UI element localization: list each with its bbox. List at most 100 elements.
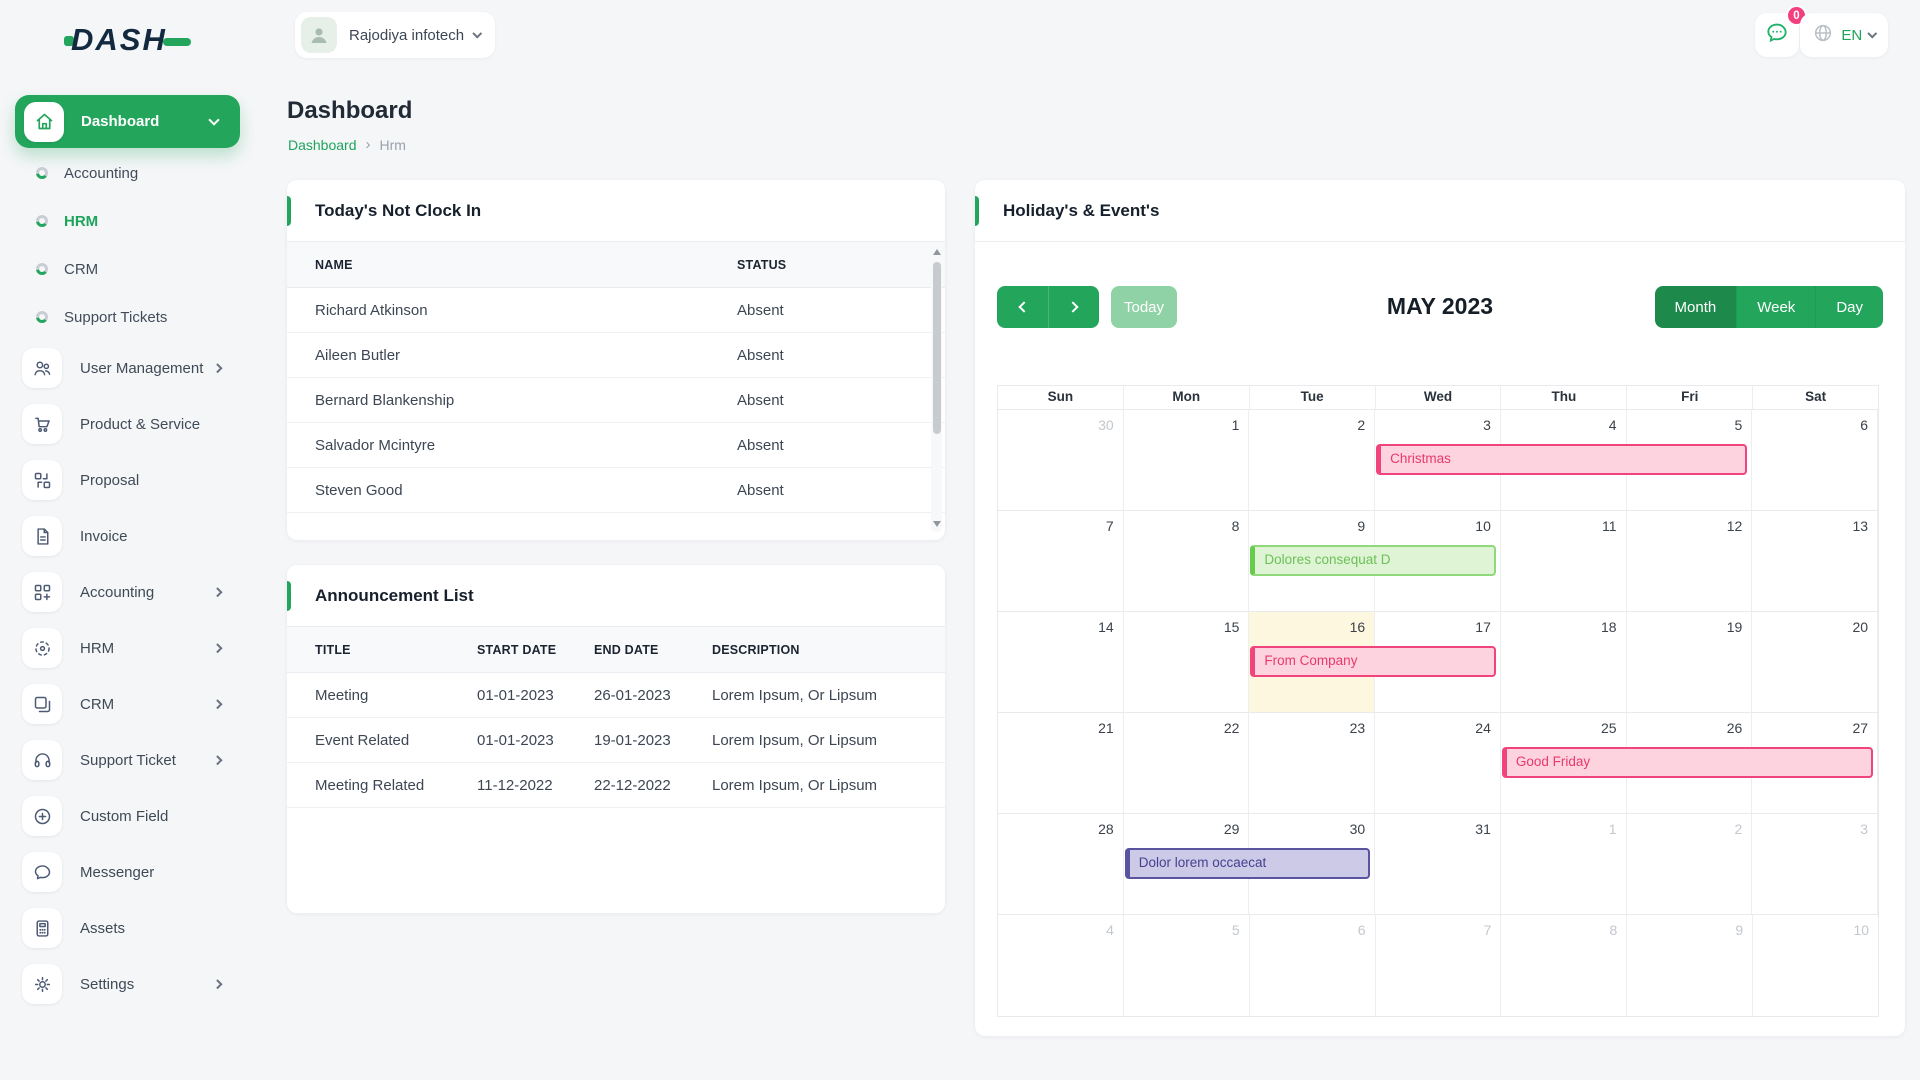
view-week-button[interactable]: Week (1736, 286, 1815, 328)
calendar-event-from-company[interactable]: From Company (1250, 646, 1495, 677)
calendar-day-cell[interactable]: 21 (998, 713, 1124, 813)
day-number: 19 (1727, 619, 1743, 635)
day-number: 10 (1853, 922, 1869, 938)
sidebar-item-support-ticket[interactable]: Support Ticket (0, 732, 260, 788)
sidebar-item-crm[interactable]: CRM (0, 676, 260, 732)
sidebar-item-accounting[interactable]: Accounting (0, 564, 260, 620)
table-cell: Lorem Ipsum, Or Lipsum (712, 777, 917, 794)
calculator-icon (22, 908, 62, 948)
scroll-down-icon[interactable] (933, 521, 941, 527)
day-number: 3 (1483, 417, 1491, 433)
day-header-sat: Sat (1753, 386, 1878, 409)
day-number: 1 (1609, 821, 1617, 837)
bullet-ring-icon (36, 215, 48, 227)
calendar-day-cell[interactable]: 23 (1249, 713, 1375, 813)
calendar-event-good-friday[interactable]: Good Friday (1502, 747, 1873, 778)
sidebar-item-custom-field[interactable]: Custom Field (0, 788, 260, 844)
calendar-day-cell[interactable]: 8 (1501, 915, 1627, 1016)
home-icon (24, 102, 64, 142)
day-number: 9 (1357, 518, 1365, 534)
sidebar-subitem-label: Support Tickets (64, 309, 167, 326)
view-day-button[interactable]: Day (1815, 286, 1883, 328)
sidebar-subitem-accounting[interactable]: Accounting (0, 149, 260, 197)
calendar-day-cell[interactable]: 19 (1627, 612, 1753, 712)
calendar-day-cell[interactable]: 8 (1124, 511, 1250, 611)
calendar-day-cell[interactable]: 6 (1752, 410, 1878, 510)
sidebar-item-messenger[interactable]: Messenger (0, 844, 260, 900)
table-cell: Absent (737, 392, 917, 409)
table-cell: Absent (737, 302, 917, 319)
table-scrollbar[interactable] (931, 244, 942, 532)
calendar-day-cell[interactable]: 12 (1627, 511, 1753, 611)
calendar-day-cell[interactable]: 15 (1124, 612, 1250, 712)
prev-month-button[interactable] (997, 286, 1048, 328)
sidebar-subitem-crm[interactable]: CRM (0, 245, 260, 293)
day-number: 25 (1601, 720, 1617, 736)
calendar-week-row: 28293031123Dolor lorem occaecat (998, 814, 1878, 915)
sidebar-item-hrm[interactable]: HRM (0, 620, 260, 676)
calendar-day-cell[interactable]: 24 (1375, 713, 1501, 813)
sidebar-item-product-service[interactable]: Product & Service (0, 396, 260, 452)
day-number: 7 (1484, 922, 1492, 938)
table-row: Meeting Related11-12-202222-12-2022Lorem… (287, 763, 945, 808)
calendar-day-cell[interactable]: 18 (1501, 612, 1627, 712)
notifications-button[interactable]: 0 (1755, 13, 1799, 57)
calendar-day-cell[interactable]: 11 (1501, 511, 1627, 611)
calendar-day-cell[interactable]: 20 (1752, 612, 1878, 712)
calendar-day-cell[interactable]: 6 (1250, 915, 1376, 1016)
calendar-event-christmas[interactable]: Christmas (1376, 444, 1747, 475)
sidebar-item-invoice[interactable]: Invoice (0, 508, 260, 564)
sidebar-item-user-management[interactable]: User Management (0, 340, 260, 396)
calendar-day-cell[interactable]: 1 (1501, 814, 1627, 914)
calendar-day-cell[interactable]: 7 (998, 511, 1124, 611)
sidebar-item-settings[interactable]: Settings (0, 956, 260, 1012)
card-accent-bar (287, 581, 291, 611)
card-accent-bar (975, 196, 979, 226)
sidebar-item-assets[interactable]: Assets (0, 900, 260, 956)
accounting-icon (22, 572, 62, 612)
table-row: Aileen ButlerAbsent (287, 333, 945, 378)
proposal-icon (22, 460, 62, 500)
scrollbar-thumb[interactable] (933, 262, 941, 434)
invoice-icon (22, 516, 62, 556)
company-selector[interactable]: Rajodiya infotech (295, 12, 495, 58)
calendar-day-cell[interactable]: 4 (998, 915, 1124, 1016)
calendar-day-cell[interactable]: 1 (1124, 410, 1250, 510)
day-number: 9 (1735, 922, 1743, 938)
day-number: 5 (1735, 417, 1743, 433)
calendar-event-dolores-consequat-d[interactable]: Dolores consequat D (1250, 545, 1495, 576)
sidebar-subitem-hrm[interactable]: HRM (0, 197, 260, 245)
calendar-event-dolor-lorem-occaecat[interactable]: Dolor lorem occaecat (1125, 848, 1370, 879)
day-number: 30 (1350, 821, 1366, 837)
calendar-day-cell[interactable]: 5 (1124, 915, 1250, 1016)
table-cell: 19-01-2023 (594, 732, 712, 749)
calendar-day-cell[interactable]: 13 (1752, 511, 1878, 611)
breadcrumb-dashboard-link[interactable]: Dashboard (288, 137, 357, 153)
next-month-button[interactable] (1048, 286, 1099, 328)
today-button[interactable]: Today (1111, 286, 1177, 328)
calendar-day-cell[interactable]: 14 (998, 612, 1124, 712)
day-number: 3 (1860, 821, 1868, 837)
calendar-day-cell[interactable]: 30 (998, 410, 1124, 510)
bullet-ring-icon (36, 263, 48, 275)
calendar-day-cell[interactable]: 7 (1376, 915, 1502, 1016)
calendar-day-cell[interactable]: 2 (1627, 814, 1753, 914)
calendar-day-cell[interactable]: 22 (1124, 713, 1250, 813)
calendar-day-cell[interactable]: 2 (1249, 410, 1375, 510)
calendar-day-cell[interactable]: 9 (1627, 915, 1753, 1016)
scroll-up-icon[interactable] (933, 249, 941, 255)
day-number: 23 (1350, 720, 1366, 736)
calendar-day-cell[interactable]: 31 (1375, 814, 1501, 914)
language-selector[interactable]: EN (1800, 13, 1888, 57)
sidebar-subitem-support-tickets[interactable]: Support Tickets (0, 293, 260, 341)
sidebar-item-proposal[interactable]: Proposal (0, 452, 260, 508)
view-month-button[interactable]: Month (1655, 286, 1737, 328)
calendar-day-cell[interactable]: 3 (1752, 814, 1878, 914)
calendar-day-cell[interactable]: 10 (1753, 915, 1878, 1016)
sidebar-item-dashboard[interactable]: Dashboard (15, 95, 240, 148)
calendar-day-cell[interactable]: 28 (998, 814, 1124, 914)
table-cell: Meeting Related (315, 777, 477, 794)
table-row: Event Related01-01-202319-01-2023Lorem I… (287, 718, 945, 763)
day-number: 6 (1358, 922, 1366, 938)
chevron-right-icon (212, 755, 221, 764)
